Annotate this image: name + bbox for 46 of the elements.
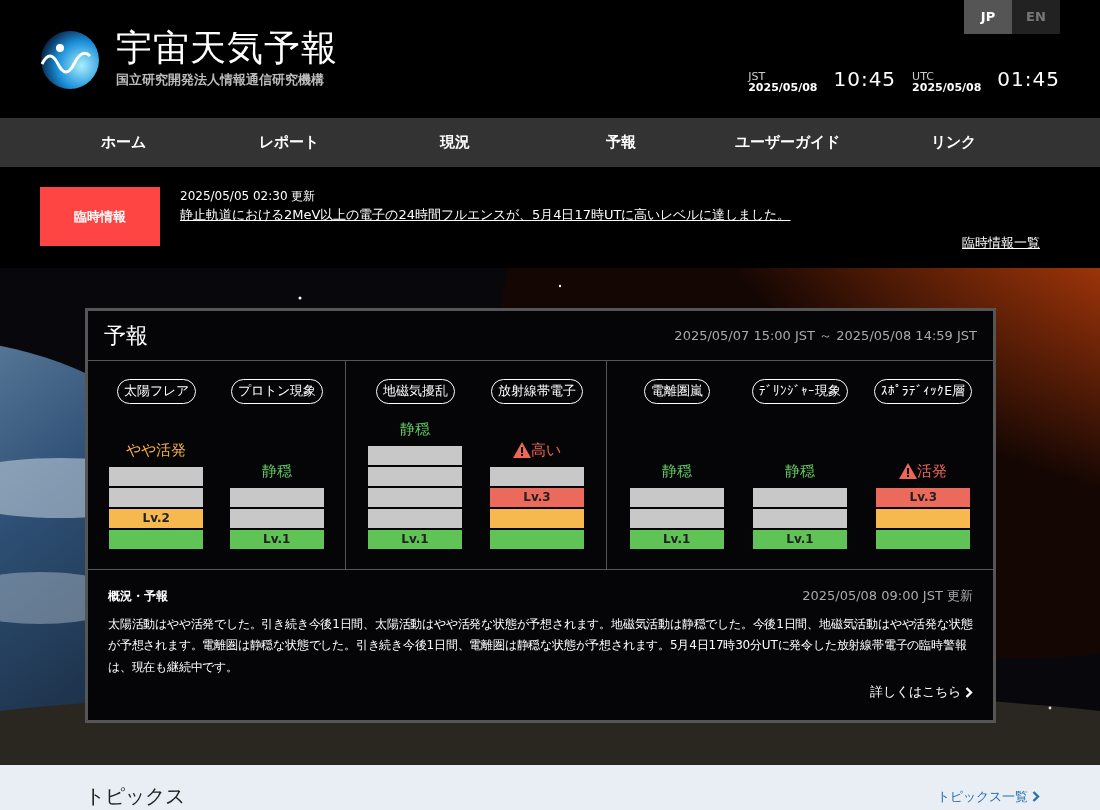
- alert-message-link[interactable]: 静止軌道における2MeV以上の電子の24時間フルエンスが、5月4日17時UTに高いレベルに達しました。: [180, 205, 1040, 225]
- panel-title: 予報: [104, 322, 148, 350]
- level-segment: Lv.1: [229, 530, 324, 549]
- level-segment: Lv.1: [629, 530, 724, 549]
- logo-icon: [40, 30, 100, 90]
- status-text: やや活発: [126, 439, 187, 461]
- nav-link[interactable]: レポート: [206, 131, 372, 154]
- time-zone-label: JST: [748, 70, 766, 82]
- warning-icon: [899, 462, 918, 479]
- alert-timestamp: 2025/05/05 02:30 更新: [180, 188, 317, 205]
- status-text: 高い: [531, 439, 561, 461]
- level-segment: Lv.3: [490, 488, 584, 507]
- summary-timestamp: 2025/05/08 09:00 JST 更新: [802, 587, 973, 605]
- chevron-icon: [1032, 790, 1040, 802]
- topics-list-link[interactable]: トピックス一覧: [937, 786, 1040, 806]
- level-segment: Lv.2: [109, 509, 204, 528]
- language-button[interactable]: JP: [964, 0, 1012, 34]
- status-text: 静穏: [661, 460, 692, 482]
- nav-link[interactable]: 現況: [372, 131, 538, 154]
- level-segment: Lv.3: [876, 488, 971, 507]
- time-zone-label: UTC: [912, 70, 935, 82]
- status-text: 静穏: [785, 460, 815, 482]
- section-title: トピックス: [85, 786, 185, 806]
- nav-link[interactable]: ユーザーガイド: [704, 131, 870, 154]
- nav-link[interactable]: リンク: [870, 131, 1036, 154]
- nav-link[interactable]: 予報: [538, 131, 704, 154]
- alert-list-link[interactable]: 臨時情報一覧: [962, 232, 1040, 252]
- summary-heading: 概況・予報: [108, 587, 168, 605]
- chevron-icon: [965, 686, 973, 698]
- site-title: 宇宙天気予報: [116, 30, 338, 67]
- status-text: 静穏: [400, 418, 430, 440]
- clock-date: 2025/05/08: [912, 81, 982, 94]
- organization-name: 国立研究開発法人情報通信研究機構: [116, 71, 325, 90]
- summary-text: 太陽活動はやや活発でした。引き続き今後1日間、太陽活動はやや活発な状態が予想されます。地磁気活動は静穏でした。今後1日間、地磁気活動はやや活発な状態が予想されます。電離圏は静穏な状態でした。引き続き今後1日間、電離圏は静穏な状態が予想されます。5月4日17時30分UTに発令した放射線帯電子の臨時警報は、現在も継続中です。: [108, 615, 973, 676]
- language-button[interactable]: EN: [1012, 0, 1060, 34]
- level-segment: Lv.1: [368, 530, 462, 549]
- nav-link[interactable]: ホーム: [40, 131, 206, 154]
- level-segment: Lv.1: [753, 530, 847, 549]
- details-link[interactable]: 詳しくはこちら: [870, 682, 973, 702]
- clock-time: 01:45: [997, 66, 1060, 93]
- warning-icon: [513, 441, 531, 458]
- alert-badge: 臨時情報: [40, 187, 160, 246]
- forecast-period: 2025/05/07 15:00 JST ～ 2025/05/08 14:59 JST: [674, 326, 977, 345]
- clock-time: 10:45: [833, 66, 897, 93]
- status-text: 活発: [917, 460, 948, 482]
- status-text: 静穏: [261, 460, 292, 482]
